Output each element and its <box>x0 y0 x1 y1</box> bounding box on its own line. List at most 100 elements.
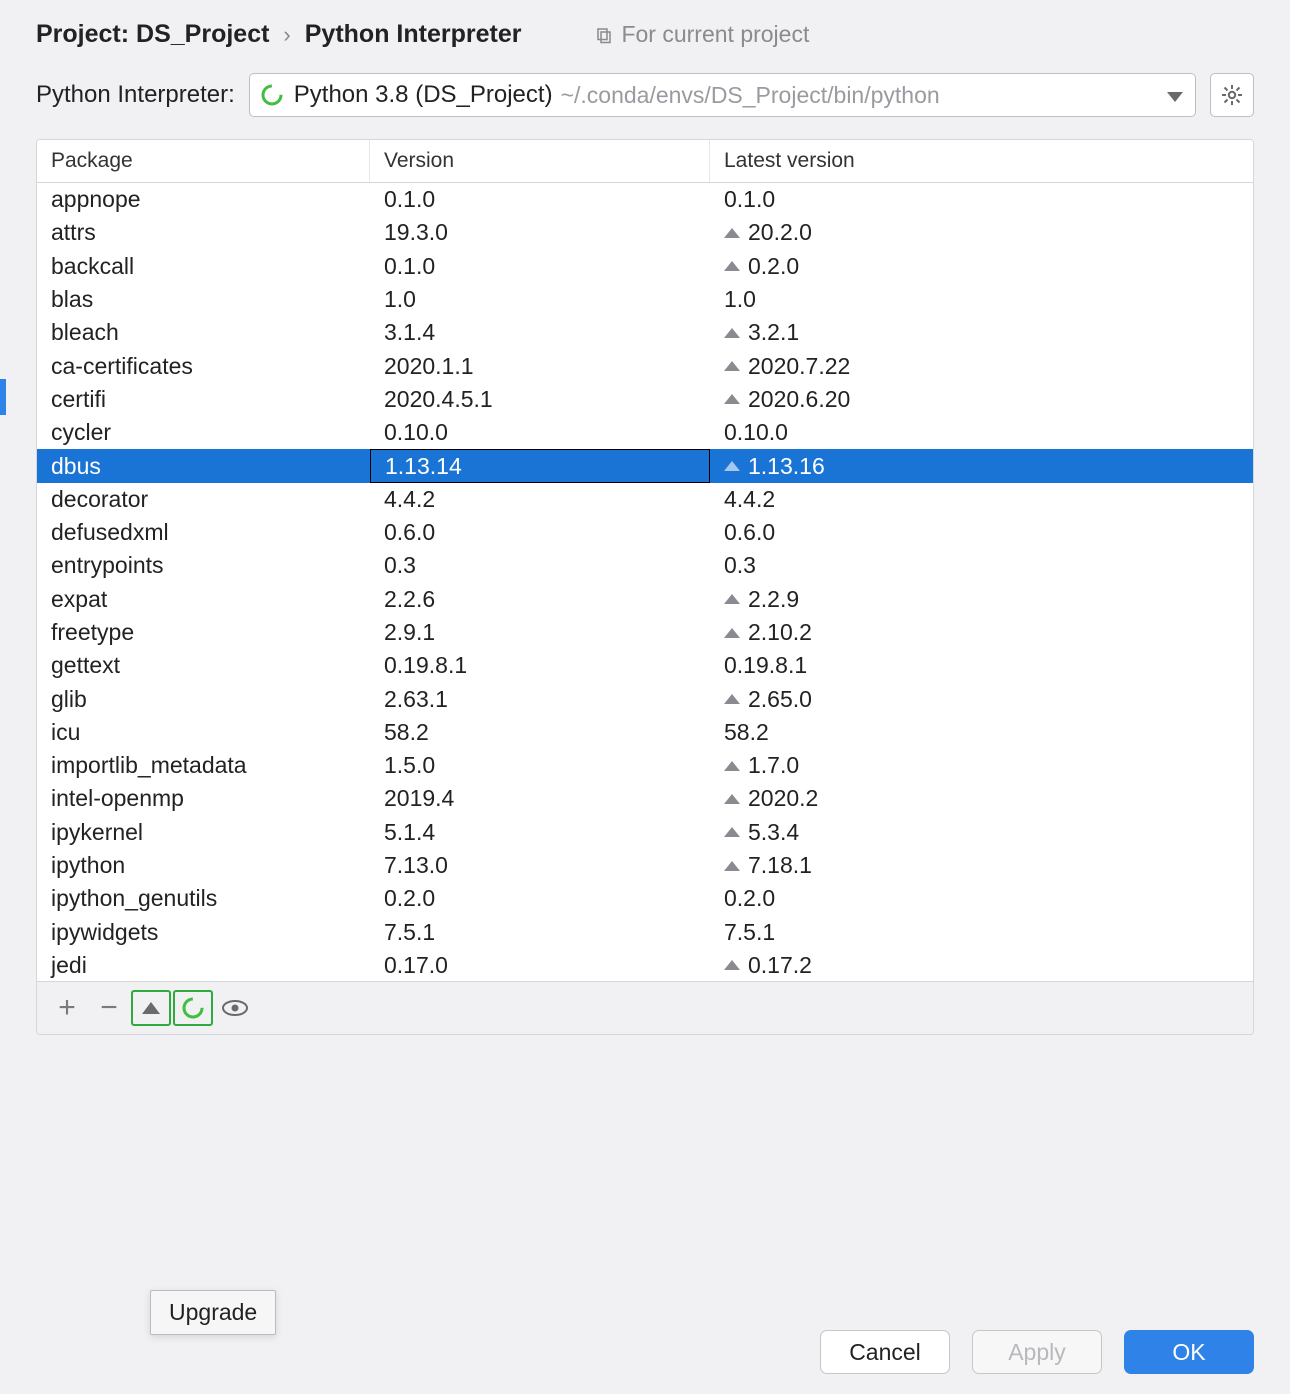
upgrade-package-button[interactable] <box>131 990 171 1026</box>
table-row[interactable]: entrypoints0.30.3 <box>37 549 1253 582</box>
column-header-version[interactable]: Version <box>370 140 710 182</box>
latest-version-text: 1.13.16 <box>748 453 825 480</box>
cell-latest: 0.3 <box>710 549 1253 582</box>
cell-latest: 2020.7.22 <box>710 349 1253 382</box>
table-body[interactable]: appnope0.1.00.1.0attrs19.3.020.2.0backca… <box>37 183 1253 981</box>
cell-latest: 20.2.0 <box>710 216 1253 249</box>
upgrade-available-icon <box>724 328 740 338</box>
cell-package: dbus <box>37 449 370 482</box>
table-row[interactable]: attrs19.3.0 20.2.0 <box>37 216 1253 249</box>
remove-package-button[interactable]: − <box>89 990 129 1026</box>
cell-version: 2.2.6 <box>370 583 710 616</box>
cell-latest: 2020.2 <box>710 782 1253 815</box>
table-row[interactable]: backcall0.1.00.2.0 <box>37 250 1253 283</box>
interpreter-settings-button[interactable] <box>1210 73 1254 117</box>
breadcrumb: Project: DS_Project › Python Interpreter… <box>0 14 1290 67</box>
latest-version-text: 0.10.0 <box>724 419 788 446</box>
table-row[interactable]: freetype2.9.12.10.2 <box>37 616 1253 649</box>
table-row[interactable]: importlib_metadata1.5.01.7.0 <box>37 749 1253 782</box>
cell-latest: 0.2.0 <box>710 250 1253 283</box>
dialog-footer: Cancel Apply OK <box>820 1330 1254 1374</box>
toggle-visibility-button[interactable] <box>215 990 255 1026</box>
cell-latest: 1.13.16 <box>710 449 1253 482</box>
table-row[interactable]: ca-certificates2020.1.12020.7.22 <box>37 349 1253 382</box>
cell-package: ipython <box>37 849 370 882</box>
column-header-package[interactable]: Package <box>37 140 370 182</box>
latest-version-text: 2.65.0 <box>748 686 812 713</box>
table-row[interactable]: decorator4.4.24.4.2 <box>37 483 1253 516</box>
cancel-button[interactable]: Cancel <box>820 1330 950 1374</box>
cell-latest: 0.10.0 <box>710 416 1253 449</box>
latest-version-text: 4.4.2 <box>724 486 775 513</box>
table-row[interactable]: glib2.63.12.65.0 <box>37 682 1253 715</box>
latest-version-text: 58.2 <box>724 719 769 746</box>
add-package-button[interactable]: + <box>47 990 87 1026</box>
cell-version: 0.1.0 <box>370 183 710 216</box>
cell-package: attrs <box>37 216 370 249</box>
table-row[interactable]: expat2.2.62.2.9 <box>37 583 1253 616</box>
cell-version: 19.3.0 <box>370 216 710 249</box>
breadcrumb-section[interactable]: Python Interpreter <box>305 20 522 49</box>
table-row[interactable]: ipywidgets7.5.17.5.1 <box>37 916 1253 949</box>
cell-package: glib <box>37 682 370 715</box>
cell-latest: 2.65.0 <box>710 682 1253 715</box>
refresh-envs-button[interactable] <box>173 990 213 1026</box>
upgrade-available-icon <box>724 694 740 704</box>
table-row[interactable]: appnope0.1.00.1.0 <box>37 183 1253 216</box>
table-header: Package Version Latest version <box>37 140 1253 183</box>
cell-version: 0.19.8.1 <box>370 649 710 682</box>
table-row[interactable]: certifi2020.4.5.12020.6.20 <box>37 383 1253 416</box>
copy-icon <box>595 26 613 44</box>
cell-package: ipywidgets <box>37 916 370 949</box>
upgrade-available-icon <box>724 761 740 771</box>
latest-version-text: 3.2.1 <box>748 319 799 346</box>
latest-version-text: 7.18.1 <box>748 852 812 879</box>
latest-version-text: 0.3 <box>724 552 756 579</box>
upgrade-available-icon <box>724 827 740 837</box>
chevron-right-icon: › <box>283 22 290 48</box>
breadcrumb-project[interactable]: Project: DS_Project <box>36 20 269 49</box>
upgrade-tooltip: Upgrade <box>150 1290 276 1335</box>
latest-version-text: 0.17.2 <box>748 952 812 979</box>
package-table: Package Version Latest version appnope0.… <box>36 139 1254 1035</box>
triangle-up-icon <box>142 1002 160 1014</box>
latest-version-text: 2.2.9 <box>748 586 799 613</box>
interpreter-path: ~/.conda/envs/DS_Project/bin/python <box>561 82 940 109</box>
cell-latest: 0.6.0 <box>710 516 1253 549</box>
table-row[interactable]: jedi0.17.00.17.2 <box>37 949 1253 981</box>
cell-package: freetype <box>37 616 370 649</box>
table-row[interactable]: blas1.01.0 <box>37 283 1253 316</box>
cell-version: 2020.4.5.1 <box>370 383 710 416</box>
table-row[interactable]: defusedxml0.6.00.6.0 <box>37 516 1253 549</box>
python-env-icon <box>260 83 284 107</box>
cell-package: bleach <box>37 316 370 349</box>
latest-version-text: 20.2.0 <box>748 219 812 246</box>
table-row[interactable]: ipykernel5.1.45.3.4 <box>37 816 1253 849</box>
cell-latest: 0.2.0 <box>710 882 1253 915</box>
cell-latest: 0.1.0 <box>710 183 1253 216</box>
latest-version-text: 0.2.0 <box>748 253 799 280</box>
cell-latest: 7.18.1 <box>710 849 1253 882</box>
eye-icon <box>221 998 249 1018</box>
ok-button[interactable]: OK <box>1124 1330 1254 1374</box>
interpreter-dropdown[interactable]: Python 3.8 (DS_Project) ~/.conda/envs/DS… <box>249 73 1196 117</box>
table-row[interactable]: cycler0.10.00.10.0 <box>37 416 1253 449</box>
breadcrumb-project-name: DS_Project <box>136 20 269 48</box>
table-row[interactable]: dbus1.13.141.13.16 <box>37 449 1253 482</box>
table-row[interactable]: ipython7.13.07.18.1 <box>37 849 1253 882</box>
table-row[interactable]: ipython_genutils0.2.00.2.0 <box>37 882 1253 915</box>
cell-version: 2.9.1 <box>370 616 710 649</box>
column-header-latest[interactable]: Latest version <box>710 140 1253 182</box>
table-row[interactable]: gettext0.19.8.10.19.8.1 <box>37 649 1253 682</box>
cell-version: 0.17.0 <box>370 949 710 981</box>
upgrade-available-icon <box>724 628 740 638</box>
latest-version-text: 0.1.0 <box>724 186 775 213</box>
breadcrumb-prefix: Project: <box>36 20 136 48</box>
latest-version-text: 0.2.0 <box>724 885 775 912</box>
upgrade-available-icon <box>724 361 740 371</box>
table-row[interactable]: intel-openmp2019.42020.2 <box>37 782 1253 815</box>
cell-latest: 5.3.4 <box>710 816 1253 849</box>
table-row[interactable]: icu58.258.2 <box>37 716 1253 749</box>
table-row[interactable]: bleach3.1.43.2.1 <box>37 316 1253 349</box>
cell-package: importlib_metadata <box>37 749 370 782</box>
